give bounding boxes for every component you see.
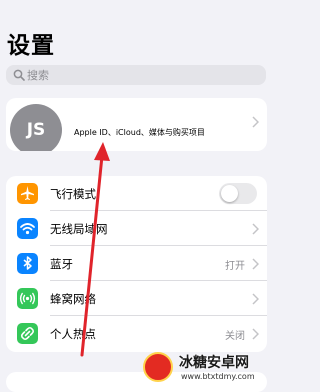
apple-id-cell[interactable]: JS Apple ID、iCloud、媒体与购买项目 [6, 98, 267, 151]
cellular-icon [17, 288, 38, 309]
settings-label-cellular: 蜂窝网络 [50, 292, 96, 306]
chevron-right-icon [252, 116, 259, 128]
settings-label-bluetooth: 蓝牙 [50, 257, 73, 271]
settings-row-cellular[interactable]: 蜂窝网络 [6, 281, 267, 316]
search-input[interactable] [27, 65, 257, 85]
settings-row-airplane[interactable]: 飞行模式 [6, 176, 267, 211]
watermark-logo-icon [143, 352, 173, 382]
settings-label-airplane: 飞行模式 [50, 187, 96, 201]
chevron-right-icon [252, 258, 259, 270]
chevron-right-icon [252, 328, 259, 340]
bluetooth-status: 打开 [225, 261, 245, 272]
hotspot-icon [17, 323, 38, 344]
chevron-right-icon [252, 293, 259, 305]
settings-row-wifi[interactable]: 无线局域网 [6, 211, 267, 246]
chevron-right-icon [252, 223, 259, 235]
page-title: 设置 [7, 33, 55, 59]
wifi-icon [17, 218, 38, 239]
watermark: 冰糖安卓网 www.btxtdmy.com [135, 350, 273, 386]
settings-row-hotspot[interactable]: 个人热点 关闭 [6, 316, 267, 351]
settings-label-hotspot: 个人热点 [50, 327, 96, 341]
avatar: JS [10, 104, 62, 151]
settings-row-bluetooth[interactable]: 蓝牙 打开 [6, 246, 267, 281]
apple-id-description: Apple ID、iCloud、媒体与购买项目 [74, 128, 205, 137]
settings-label-wifi: 无线局域网 [50, 222, 108, 236]
search-bar[interactable] [6, 65, 266, 85]
watermark-name: 冰糖安卓网 [179, 355, 249, 371]
airplane-toggle[interactable] [219, 183, 257, 204]
bluetooth-icon [17, 253, 38, 274]
watermark-url: www.btxtdmy.com [181, 372, 255, 381]
airplane-icon [17, 183, 38, 204]
settings-group: 飞行模式 无线局域网 蓝牙 打开 蜂窝网络 个人热点 关闭 [6, 176, 267, 352]
search-icon [13, 69, 25, 81]
hotspot-status: 关闭 [225, 331, 245, 342]
